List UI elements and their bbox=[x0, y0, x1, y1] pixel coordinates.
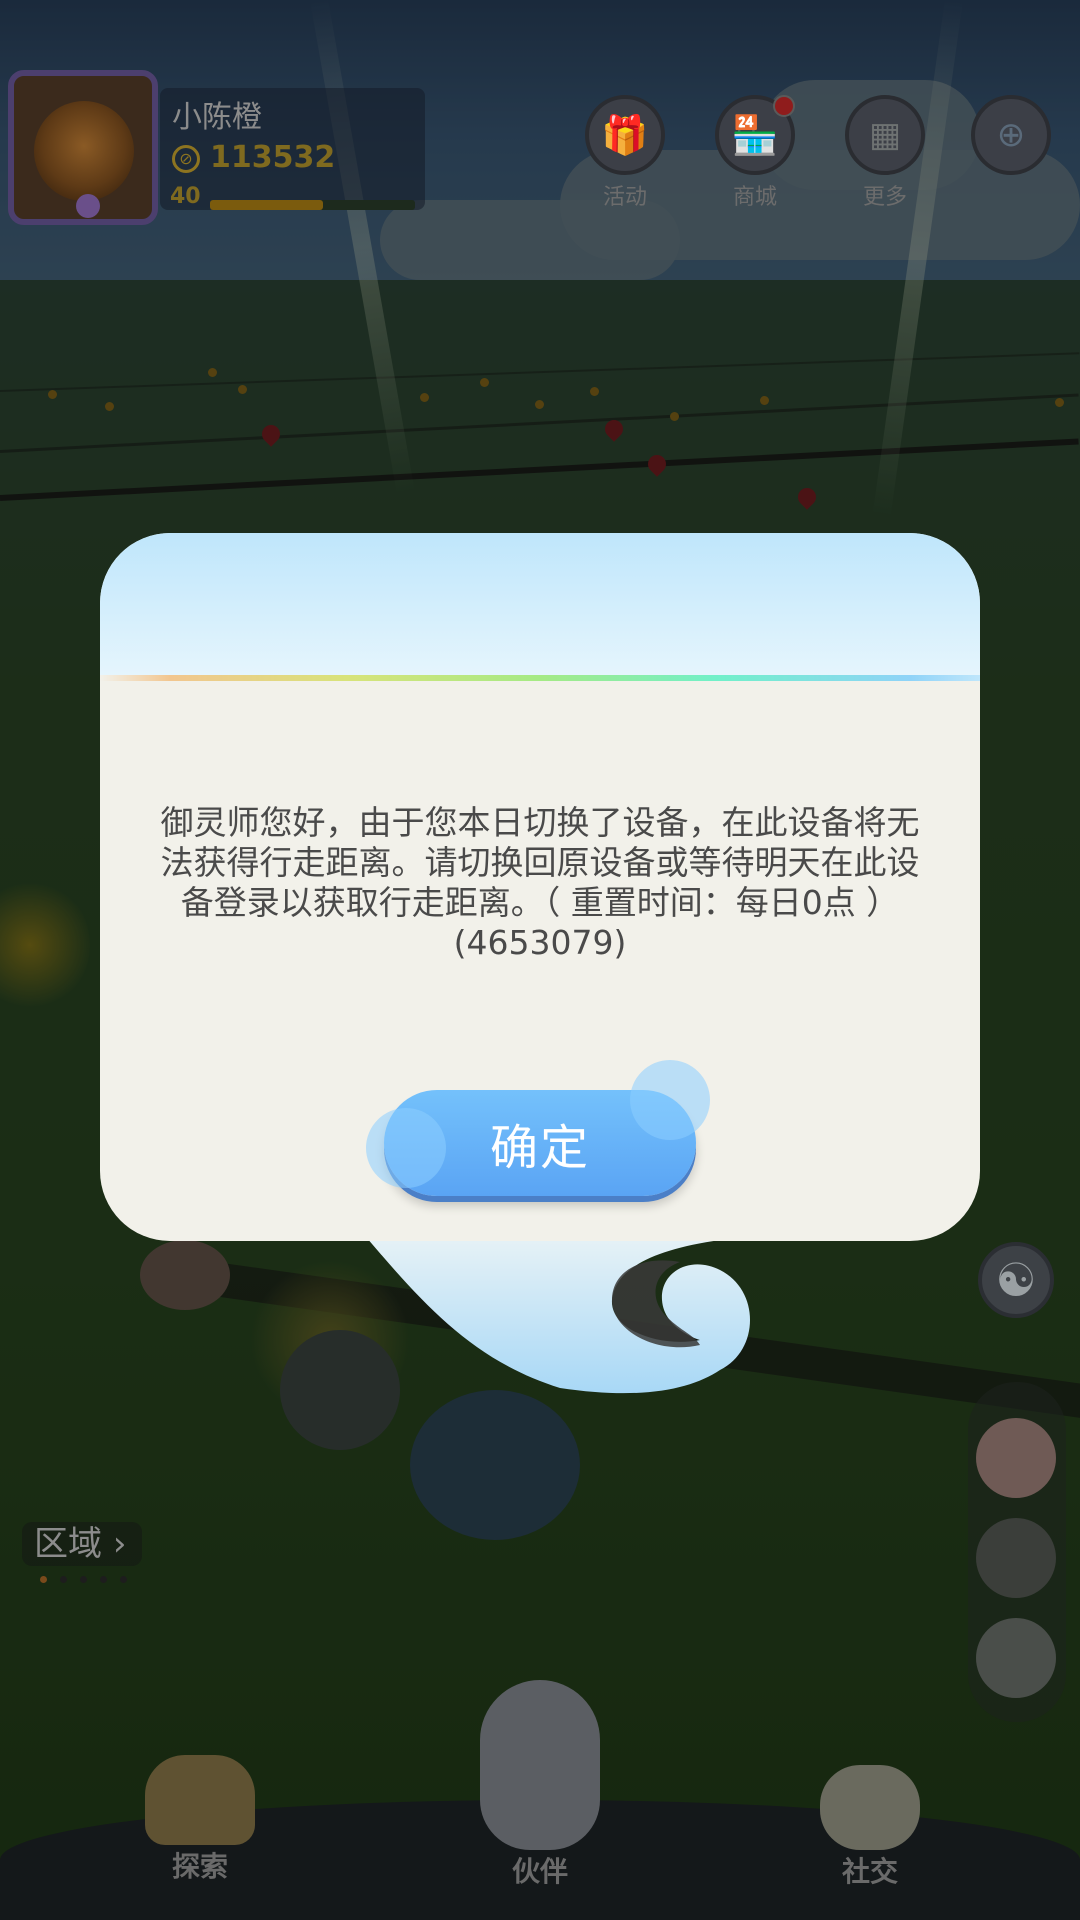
button-swirl-decoration bbox=[630, 1060, 710, 1140]
dialog-header bbox=[100, 533, 980, 675]
dialog-message: 御灵师您好，由于您本日切换了设备，在此设备将无法获得行走距离。请切换回原设备或等… bbox=[160, 803, 920, 962]
dialog-rainbow-divider bbox=[100, 675, 980, 681]
confirm-label: 确定 bbox=[489, 1120, 590, 1176]
button-swirl-decoration bbox=[366, 1108, 446, 1188]
tail-shape bbox=[360, 1230, 750, 1394]
confirm-button[interactable]: 确定 bbox=[366, 1060, 710, 1196]
device-switch-dialog: 御灵师您好，由于您本日切换了设备，在此设备将无法获得行走距离。请切换回原设备或等… bbox=[100, 533, 980, 1241]
